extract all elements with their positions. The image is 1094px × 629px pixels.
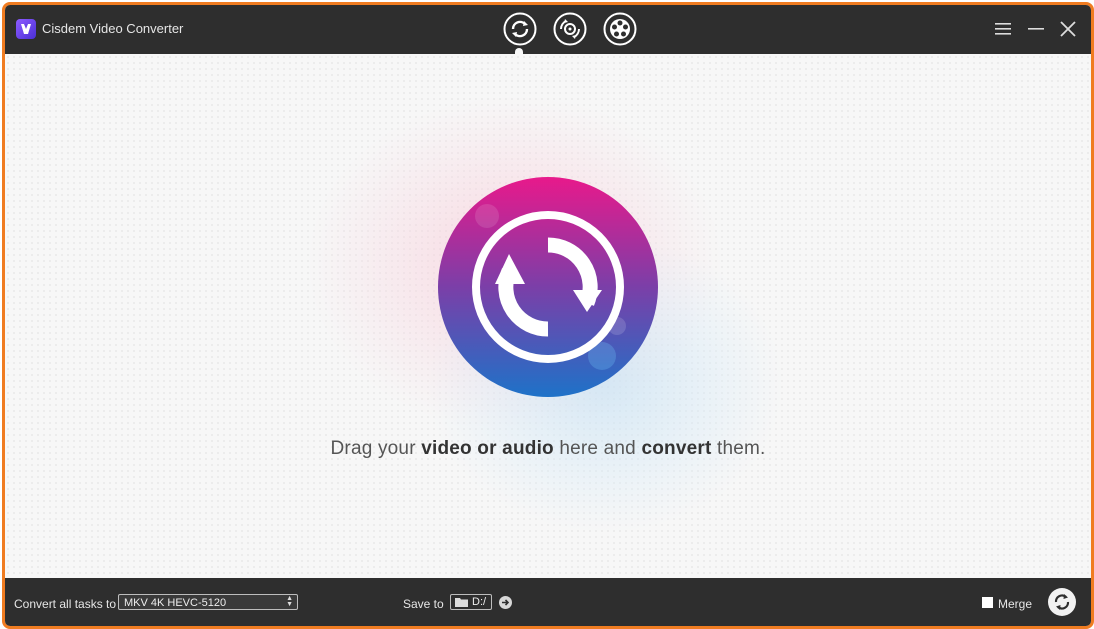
bottom-bar: Convert all tasks to MKV 4K HEVC-5120 ▲ ▼… — [5, 578, 1091, 626]
drop-area[interactable]: Drag your video or audio here and conver… — [5, 54, 1091, 578]
drop-text-bold: convert — [641, 438, 712, 459]
close-button[interactable] — [1057, 18, 1079, 40]
convert-mode-button[interactable] — [503, 12, 537, 46]
minimize-icon — [1028, 28, 1044, 30]
convert-all-button[interactable] — [1048, 588, 1076, 616]
folder-icon — [455, 598, 468, 607]
open-folder-button[interactable] — [499, 596, 512, 609]
close-icon — [1060, 21, 1076, 37]
convert-all-label: Convert all tasks to — [14, 597, 117, 611]
film-reel-icon — [603, 12, 637, 46]
save-to-label: Save to — [403, 597, 444, 611]
select-arrows-icon: ▲ ▼ — [286, 595, 293, 608]
drop-text-part: them. — [711, 438, 766, 459]
save-folder-button[interactable]: D:/ — [450, 594, 492, 610]
merge-label: Merge — [998, 597, 1033, 611]
output-format-select[interactable]: MKV 4K HEVC-5120 ▲ ▼ — [118, 594, 298, 610]
minimize-button[interactable] — [1025, 18, 1047, 40]
merge-checkbox[interactable] — [982, 597, 993, 608]
app-title: Cisdem Video Converter — [42, 21, 184, 36]
menu-button[interactable] — [992, 18, 1014, 40]
rip-dvd-mode-button[interactable] — [553, 12, 587, 46]
disc-rip-icon — [553, 12, 587, 46]
output-format-value: MKV 4K HEVC-5120 — [124, 597, 227, 609]
drop-text-part: here and — [553, 438, 642, 459]
add-files-button[interactable] — [437, 176, 659, 398]
drop-instructions: Drag your video or audio here and conver… — [5, 438, 1091, 460]
convert-icon — [503, 12, 537, 46]
save-path: D:/ — [472, 596, 487, 608]
app-logo-icon — [16, 19, 36, 39]
arrow-right-icon — [502, 599, 510, 606]
convert-circle-icon — [438, 177, 658, 397]
drop-text-bold: video or audio — [421, 438, 554, 459]
download-mode-button[interactable] — [603, 12, 637, 46]
drop-text-part: Drag your — [330, 438, 422, 459]
menu-icon — [995, 23, 1011, 35]
app-window: Cisdem Video Converter Drag your video o… — [2, 2, 1094, 629]
convert-icon — [1054, 594, 1070, 610]
title-bar: Cisdem Video Converter — [5, 5, 1091, 54]
